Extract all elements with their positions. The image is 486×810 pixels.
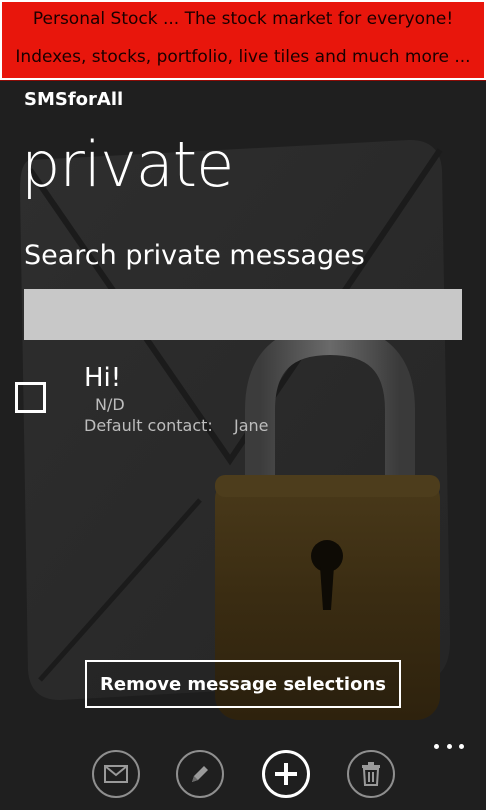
ellipsis-icon[interactable] bbox=[434, 744, 464, 754]
app-bar bbox=[0, 736, 486, 810]
envelope-icon[interactable] bbox=[92, 750, 140, 798]
message-date: N/D bbox=[95, 395, 125, 414]
search-input[interactable] bbox=[24, 289, 462, 340]
message-list-item[interactable]: Hi! N/D Default contact: Jane bbox=[0, 360, 486, 450]
ad-line-2: Indexes, stocks, portfolio, live tiles a… bbox=[15, 47, 471, 67]
add-icon[interactable] bbox=[262, 750, 310, 798]
message-title: Hi! bbox=[84, 363, 122, 393]
ad-line-1: Personal Stock ... The stock market for … bbox=[32, 9, 454, 29]
page-title: private bbox=[21, 128, 234, 201]
app-title: SMSforAll bbox=[24, 89, 124, 110]
ad-banner[interactable]: Personal Stock ... The stock market for … bbox=[0, 0, 486, 81]
message-contact-name: Jane bbox=[234, 416, 269, 435]
message-checkbox[interactable] bbox=[15, 382, 46, 413]
search-label: Search private messages bbox=[24, 240, 365, 271]
message-contact-label: Default contact: bbox=[84, 416, 213, 435]
trash-icon[interactable] bbox=[347, 750, 395, 798]
remove-selections-button[interactable]: Remove message selections bbox=[85, 660, 401, 708]
pencil-icon[interactable] bbox=[176, 750, 224, 798]
